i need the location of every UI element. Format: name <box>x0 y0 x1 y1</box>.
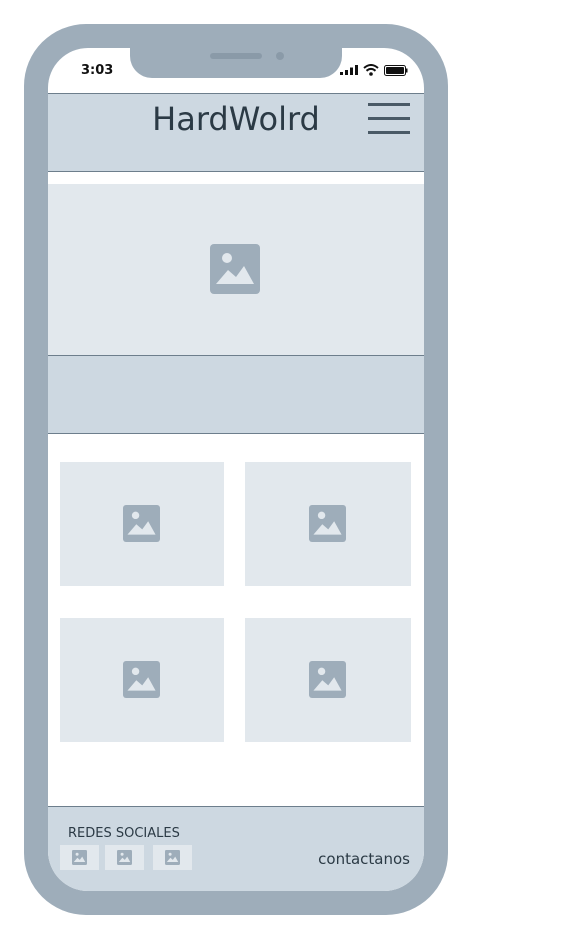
phone-screen: 3:03 HardWolrd REDES SOCIALES contactano… <box>48 48 424 891</box>
banner-section <box>48 355 424 434</box>
social-label: REDES SOCIALES <box>68 826 180 841</box>
social-link[interactable] <box>105 845 144 870</box>
speaker <box>210 53 262 59</box>
image-placeholder-icon <box>117 850 132 865</box>
product-tile[interactable] <box>245 462 411 586</box>
product-tile[interactable] <box>60 618 224 742</box>
phone-notch <box>130 48 342 78</box>
image-placeholder-icon <box>210 244 260 294</box>
image-placeholder-icon <box>309 505 346 542</box>
battery-icon <box>384 64 408 76</box>
social-link[interactable] <box>60 845 99 870</box>
social-link[interactable] <box>153 845 192 870</box>
status-icons <box>340 64 408 76</box>
camera <box>276 52 284 60</box>
image-placeholder-icon <box>309 661 346 698</box>
signal-icon <box>340 65 358 75</box>
site-footer: REDES SOCIALES contactanos <box>48 806 424 891</box>
image-placeholder-icon <box>72 850 87 865</box>
site-header: HardWolrd <box>48 93 424 172</box>
product-tile[interactable] <box>245 618 411 742</box>
wifi-icon <box>363 64 379 76</box>
hamburger-menu-icon[interactable] <box>368 103 410 135</box>
contact-link[interactable]: contactanos <box>318 850 410 868</box>
status-time: 3:03 <box>81 63 114 78</box>
product-tile[interactable] <box>60 462 224 586</box>
hero-image <box>48 184 424 356</box>
image-placeholder-icon <box>165 850 180 865</box>
image-placeholder-icon <box>123 505 160 542</box>
image-placeholder-icon <box>123 661 160 698</box>
